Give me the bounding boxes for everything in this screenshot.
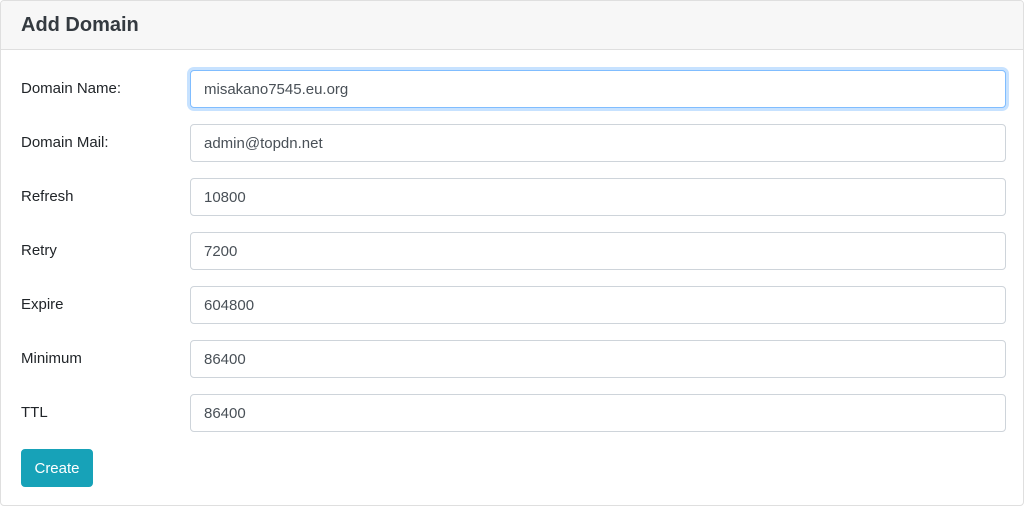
create-button[interactable]: Create bbox=[21, 449, 93, 487]
domain-name-row: Domain Name: bbox=[1, 70, 1023, 108]
expire-row: Expire bbox=[1, 286, 1023, 324]
ttl-row: TTL bbox=[1, 394, 1023, 432]
add-domain-card: Add Domain Domain Name: Domain Mail: Ref… bbox=[0, 0, 1024, 506]
expire-input[interactable] bbox=[190, 286, 1006, 324]
retry-label: Retry bbox=[21, 242, 57, 259]
domain-mail-input[interactable] bbox=[190, 124, 1006, 162]
refresh-input[interactable] bbox=[190, 178, 1006, 216]
retry-input[interactable] bbox=[190, 232, 1006, 270]
refresh-row: Refresh bbox=[1, 178, 1023, 216]
minimum-row: Minimum bbox=[1, 340, 1023, 378]
refresh-label: Refresh bbox=[21, 188, 74, 205]
domain-name-label: Domain Name: bbox=[21, 80, 122, 97]
domain-mail-label: Domain Mail: bbox=[21, 134, 109, 151]
minimum-input[interactable] bbox=[190, 340, 1006, 378]
retry-row: Retry bbox=[1, 232, 1023, 270]
minimum-label: Minimum bbox=[21, 350, 82, 367]
expire-label: Expire bbox=[21, 296, 64, 313]
page-title: Add Domain bbox=[21, 13, 139, 36]
ttl-label: TTL bbox=[21, 404, 48, 421]
domain-name-input[interactable] bbox=[190, 70, 1006, 108]
ttl-input[interactable] bbox=[190, 394, 1006, 432]
domain-mail-row: Domain Mail: bbox=[1, 124, 1023, 162]
card-header: Add Domain bbox=[1, 1, 1023, 50]
